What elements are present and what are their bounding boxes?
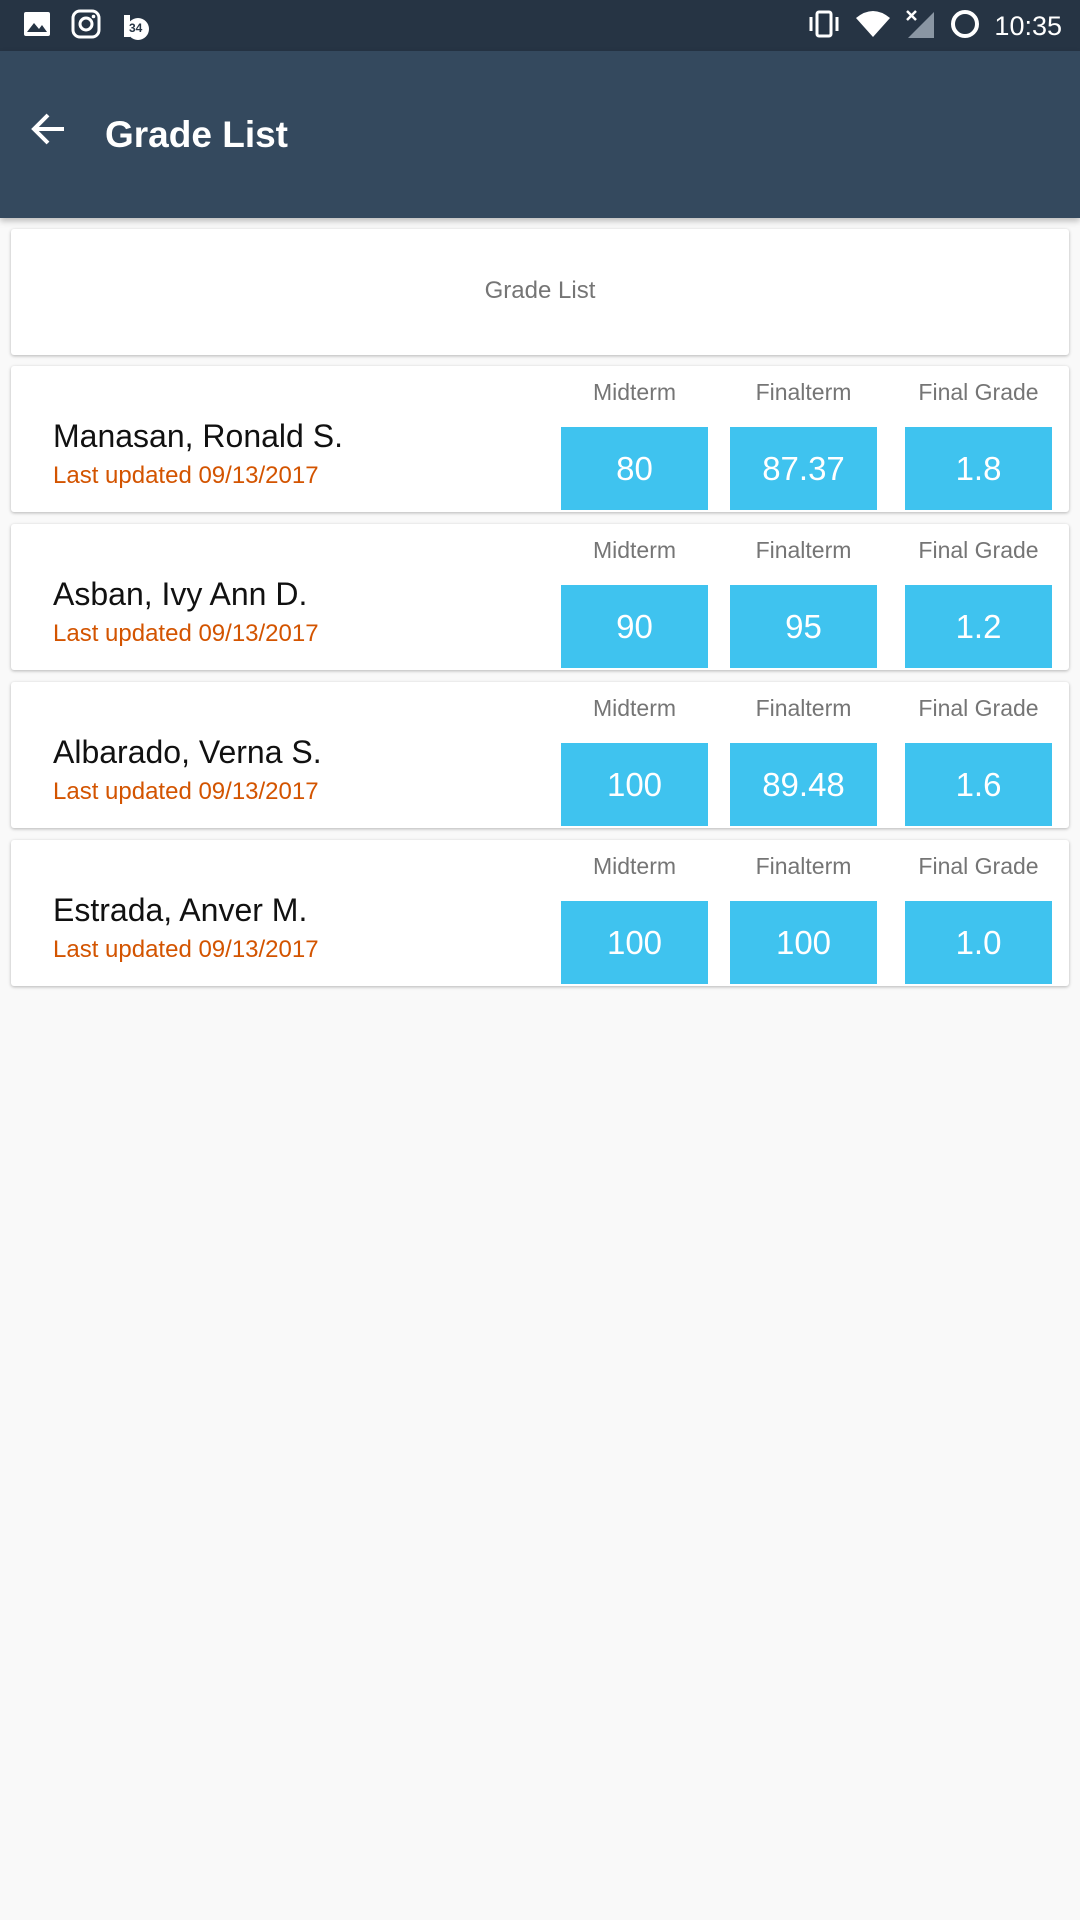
app-bar: Grade List [0,51,1080,218]
student-name: Albarado, Verna S. [53,734,322,770]
final-grade: 1.0 [905,901,1052,984]
list-header-card: Grade List [11,229,1069,355]
midterm-header: Midterm [592,695,677,721]
finalterm-column: Finalterm 87.37 [730,376,877,510]
finalterm-grade: 87.37 [730,427,877,510]
final-grade: 1.6 [905,743,1052,826]
student-card[interactable]: Manasan, Ronald S. Last updated 09/13/20… [11,366,1069,512]
no-signal-icon [904,8,936,45]
midterm-column: Midterm 100 [561,850,708,984]
battery-charging-icon [948,7,982,46]
final-grade: 1.8 [905,427,1052,510]
midterm-grade: 100 [561,743,708,826]
student-card[interactable]: Albarado, Verna S. Last updated 09/13/20… [11,682,1069,828]
image-icon [22,9,52,44]
last-updated-text: Last updated 09/13/2017 [53,620,319,647]
finalterm-grade: 89.48 [730,743,877,826]
student-name: Asban, Ivy Ann D. [53,576,308,612]
notification-badge-count: 34 [129,20,143,35]
final-grade-header: Final Grade [918,695,1039,721]
finalterm-grade: 100 [730,901,877,984]
midterm-grade: 90 [561,585,708,668]
finalterm-column: Finalterm 100 [730,850,877,984]
midterm-column: Midterm 90 [561,534,708,668]
midterm-grade: 80 [561,427,708,510]
final-grade-column: Final Grade 1.8 [905,376,1052,510]
back-button[interactable] [20,103,76,159]
final-grade-column: Final Grade 1.0 [905,850,1052,984]
finalterm-column: Finalterm 89.48 [730,692,877,826]
final-grade-header: Final Grade [918,537,1039,563]
midterm-grade: 100 [561,901,708,984]
wifi-icon [854,9,892,44]
status-bar: 34 10:35 [0,0,1080,51]
list-header-label: Grade List [484,277,596,304]
midterm-column: Midterm 100 [561,692,708,826]
student-card[interactable]: Estrada, Anver M. Last updated 09/13/201… [11,840,1069,986]
finalterm-header: Finalterm [755,379,852,405]
page-title: Grade List [105,114,288,155]
finalterm-grade: 95 [730,585,877,668]
final-grade-column: Final Grade 1.6 [905,692,1052,826]
notification-badge-icon: 34 [120,11,152,43]
arrow-back-icon [28,109,68,154]
last-updated-text: Last updated 09/13/2017 [53,778,319,805]
last-updated-text: Last updated 09/13/2017 [53,462,319,489]
student-name: Estrada, Anver M. [53,892,308,928]
finalterm-column: Finalterm 95 [730,534,877,668]
last-updated-text: Last updated 09/13/2017 [53,936,319,963]
finalterm-header: Finalterm [755,853,852,879]
midterm-column: Midterm 80 [561,376,708,510]
final-grade: 1.2 [905,585,1052,668]
midterm-header: Midterm [592,537,677,563]
finalterm-header: Finalterm [755,537,852,563]
student-name: Manasan, Ronald S. [53,418,343,454]
final-grade-header: Final Grade [918,379,1039,405]
status-time: 10:35 [994,11,1062,41]
final-grade-header: Final Grade [918,853,1039,879]
student-card[interactable]: Asban, Ivy Ann D. Last updated 09/13/201… [11,524,1069,670]
midterm-header: Midterm [592,379,677,405]
final-grade-column: Final Grade 1.2 [905,534,1052,668]
finalterm-header: Finalterm [755,695,852,721]
instagram-icon [70,8,102,45]
vibrate-icon [806,9,842,44]
midterm-header: Midterm [592,853,677,879]
